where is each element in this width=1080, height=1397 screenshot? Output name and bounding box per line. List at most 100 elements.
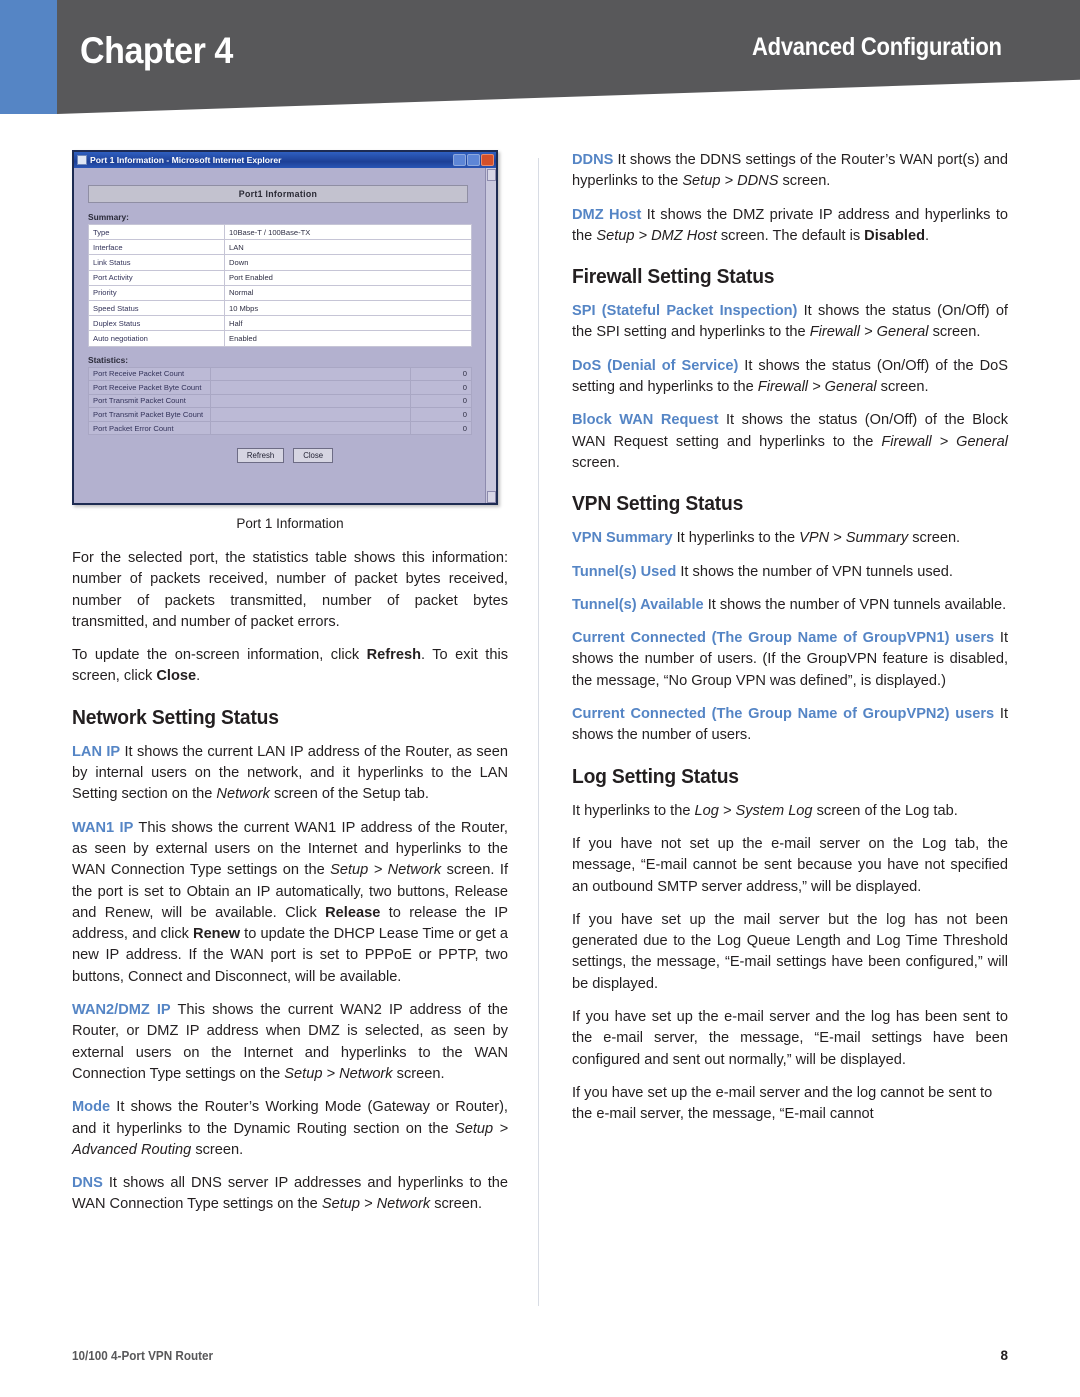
row-value: Normal [224, 284, 472, 301]
ref-setup-network: Setup > Network [284, 1065, 393, 1082]
figure-caption: Port 1 Information [236, 516, 344, 531]
close-icon[interactable] [481, 154, 494, 166]
row-spacer [210, 393, 411, 409]
row-key: Interface [88, 239, 225, 256]
paragraph-refresh-close: To update the on-screen information, cli… [72, 645, 508, 688]
row-value: 0 [410, 420, 472, 436]
table-row: Port Receive Packet Count 0 [88, 366, 472, 382]
paragraph-log-hyperlink: It hyperlinks to the Log > System Log sc… [572, 801, 1008, 822]
paragraph-mode: Mode It shows the Router’s Working Mode … [72, 1097, 508, 1161]
paragraph-tunnels-used: Tunnel(s) Used It shows the number of VP… [572, 562, 1008, 583]
row-key: Priority [88, 284, 225, 301]
window-controls [453, 154, 494, 166]
left-column: Port 1 Information - Microsoft Internet … [72, 150, 508, 1228]
text: It shows the Router’s Working Mode (Gate… [72, 1099, 508, 1137]
table-row: Priority Normal [88, 284, 472, 301]
ref-log-system-log: Log > System Log [694, 802, 813, 819]
close-button[interactable]: Close [293, 448, 334, 464]
term-block-wan-request: Block WAN Request [572, 412, 719, 429]
figure-port1-information: Port 1 Information - Microsoft Internet … [72, 150, 508, 531]
row-spacer [210, 380, 411, 395]
term-group-vpn1: Current Connected (The Group Name of Gro… [572, 630, 995, 647]
row-key: Port Activity [88, 269, 225, 286]
row-value: 0 [410, 366, 472, 382]
paragraph-statistics-description: For the selected port, the statistics ta… [72, 548, 508, 633]
release-label: Release [325, 904, 381, 921]
term-ddns: DDNS [572, 152, 614, 168]
vertical-scrollbar[interactable] [485, 168, 496, 503]
ref-setup-ddns: Setup > DDNS [682, 173, 779, 190]
ref-setup-network: Setup > Network [330, 862, 442, 879]
text: screen of the Setup tab. [269, 786, 429, 803]
row-value: Port Enabled [224, 269, 472, 286]
minimize-icon[interactable] [453, 154, 466, 166]
term-wan2-dmz-ip: WAN2/DMZ IP [72, 1002, 171, 1019]
ref-firewall-general: Firewall > General [881, 433, 1009, 450]
row-key: Type [88, 223, 225, 241]
disabled-label: Disabled [864, 227, 925, 244]
term-tunnels-available: Tunnel(s) Available [572, 596, 704, 613]
term-spi: SPI (Stateful Packet Inspection) [572, 303, 798, 320]
table-row: Speed Status 10 Mbps [88, 299, 472, 317]
screenshot-window: Port 1 Information - Microsoft Internet … [72, 150, 498, 505]
text: . [196, 668, 201, 685]
row-value: Half [224, 315, 472, 332]
statistics-label: Statistics: [88, 354, 129, 365]
footer-product-name: 10/100 4-Port VPN Router [72, 1348, 214, 1363]
row-value: 0 [410, 393, 472, 409]
term-group-vpn2: Current Connected (The Group Name of Gro… [572, 706, 995, 723]
renew-label: Renew [193, 926, 241, 943]
heading-vpn-setting-status: VPN Setting Status [572, 492, 744, 516]
text: screen. [191, 1141, 244, 1158]
row-spacer [210, 407, 411, 422]
table-row: Link Status Down [88, 254, 472, 271]
text: screen. [876, 379, 929, 396]
ref-network: Network [216, 786, 270, 803]
panel-header: Port1 Information [88, 185, 468, 203]
row-key: Auto negotiation [88, 330, 225, 347]
chapter-title: Chapter 4 [80, 30, 233, 71]
term-tunnels-used: Tunnel(s) Used [572, 563, 677, 580]
statistics-table: Port Receive Packet Count 0 Port Receive … [88, 366, 472, 436]
row-key: Port Transmit Packet Count [88, 393, 211, 409]
scroll-up-arrow[interactable] [487, 169, 496, 181]
table-row: Port Transmit Packet Count 0 [88, 393, 472, 409]
term-mode: Mode [72, 1099, 111, 1116]
ie-page-icon [77, 155, 87, 165]
paragraph-dmz-host: DMZ Host It shows the DMZ private IP add… [572, 205, 1008, 248]
text: For the selected port, the statistics ta… [72, 550, 508, 630]
page-header: Chapter 4 Advanced Configuration [0, 0, 1080, 125]
page-footer: 10/100 4-Port VPN Router 8 [72, 1348, 1008, 1363]
row-value: LAN [224, 239, 472, 256]
row-spacer [210, 366, 411, 382]
ref-setup-dmz-host: Setup > DMZ Host [596, 227, 717, 244]
paragraph-tunnels-available: Tunnel(s) Available It shows the number … [572, 595, 1008, 616]
paragraph-group-vpn1: Current Connected (The Group Name of Gro… [572, 628, 1008, 692]
window-content: Port1 Information Summary: Type 10Base-T … [74, 168, 496, 503]
table-row: Port Transmit Packet Byte Count 0 [88, 407, 472, 422]
row-value: Enabled [224, 330, 472, 347]
table-row: Type 10Base-T / 100Base-TX [88, 223, 472, 241]
summary-table: Type 10Base-T / 100Base-TX Interface LAN L… [88, 223, 472, 347]
term-wan1-ip: WAN1 IP [72, 819, 134, 836]
scroll-down-arrow[interactable] [487, 491, 496, 503]
maximize-icon[interactable] [467, 154, 480, 166]
row-value: 0 [410, 380, 472, 395]
row-value: 10 Mbps [224, 299, 472, 317]
row-value: 0 [410, 407, 472, 422]
term-lan-ip: LAN IP [72, 743, 121, 760]
row-key: Port Receive Packet Byte Count [88, 380, 211, 395]
paragraph-block-wan-request: Block WAN Request It shows the status (O… [572, 410, 1008, 474]
row-key: Speed Status [88, 299, 225, 317]
refresh-button[interactable]: Refresh [236, 448, 285, 464]
paragraph-dns: DNS It shows all DNS server IP addresses… [72, 1173, 508, 1216]
paragraph-ddns: DDNS It shows the DDNS settings of the R… [572, 150, 1008, 193]
paragraph-wan1-ip: WAN1 IP This shows the current WAN1 IP a… [72, 818, 508, 988]
close-label: Close [156, 668, 197, 685]
row-value: 10Base-T / 100Base-TX [224, 223, 472, 241]
paragraph-spi: SPI (Stateful Packet Inspection) It show… [572, 301, 1008, 344]
text: screen. [778, 173, 831, 190]
term-vpn-summary: VPN Summary [572, 530, 673, 547]
paragraph-group-vpn2: Current Connected (The Group Name of Gro… [572, 704, 1008, 747]
section-title: Advanced Configuration [752, 33, 1002, 61]
